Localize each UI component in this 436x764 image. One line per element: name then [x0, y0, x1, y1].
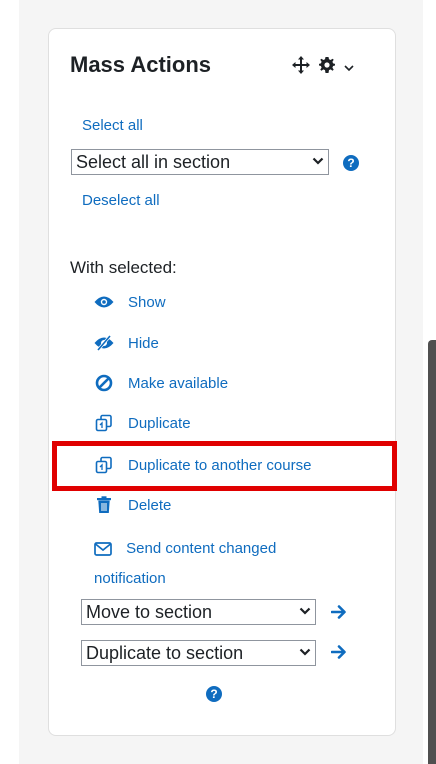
action-make-available[interactable]: Make available [94, 373, 228, 393]
block-title: Mass Actions [70, 52, 212, 77]
action-label: Delete [128, 496, 172, 514]
action-show[interactable]: Show [94, 292, 166, 312]
action-duplicate[interactable]: Duplicate [94, 413, 191, 433]
block-controls [292, 56, 354, 79]
deselect-all-link[interactable]: Deselect all [82, 192, 160, 209]
copy-icon [94, 413, 114, 433]
trash-icon [94, 495, 114, 515]
help-icon[interactable]: ? [343, 155, 359, 171]
scrollbar[interactable] [428, 340, 436, 764]
action-delete[interactable]: Delete [94, 495, 171, 515]
action-send-notification[interactable]: Send content changed notification [94, 535, 344, 592]
select-all-link[interactable]: Select all [82, 117, 143, 134]
chevron-down-icon[interactable] [344, 59, 354, 77]
action-label: Send content changed notification [94, 540, 277, 587]
duplicate-to-section-dropdown[interactable]: Duplicate to section [81, 640, 316, 666]
left-margin [0, 0, 19, 764]
help-icon[interactable]: ? [206, 686, 222, 702]
highlight-box [52, 441, 397, 491]
arrow-right-icon[interactable] [331, 604, 347, 620]
eye-icon [94, 292, 114, 312]
action-label: Show [128, 293, 166, 311]
action-hide[interactable]: Hide [94, 333, 159, 353]
ban-icon [94, 373, 114, 393]
action-label: Hide [128, 334, 159, 352]
eye-slash-icon [94, 333, 114, 353]
move-icon[interactable] [292, 56, 310, 79]
action-label: Duplicate [128, 414, 191, 432]
move-to-section-dropdown[interactable]: Move to section [81, 599, 316, 625]
select-section-dropdown[interactable]: Select all in section [71, 149, 329, 175]
with-selected-heading: With selected: [70, 258, 177, 277]
envelope-icon [94, 538, 112, 565]
gear-icon[interactable] [319, 57, 335, 78]
action-label: Make available [128, 374, 229, 392]
arrow-right-icon[interactable] [331, 644, 347, 660]
